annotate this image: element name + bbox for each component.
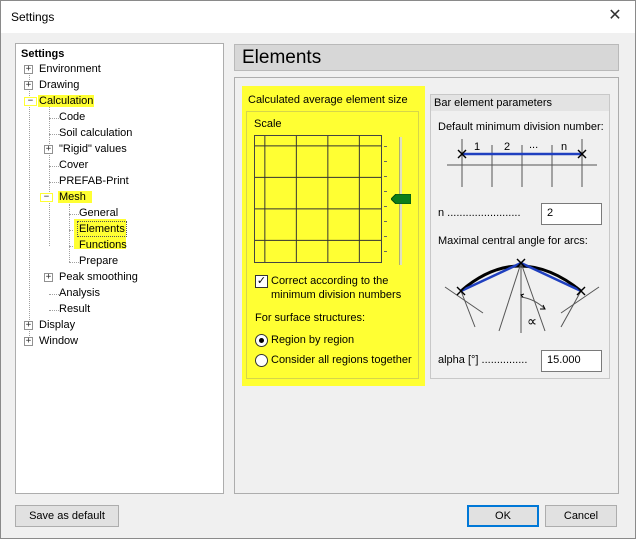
alpha-field[interactable]: 15.000 <box>541 350 602 372</box>
expand-icon[interactable]: + <box>24 65 33 74</box>
bar-element-params-group: Bar element parameters Default minimum d… <box>430 94 610 379</box>
division-label-1: 1 <box>474 141 481 153</box>
division-label-n: n <box>561 141 568 153</box>
correct-division-label: Correct according to the minimum divisio… <box>271 275 402 301</box>
cancel-button[interactable]: Cancel <box>545 505 617 527</box>
tree-item-environment[interactable]: Environment <box>38 61 102 77</box>
division-label-2: 2 <box>504 141 511 153</box>
settings-tree[interactable]: Settings + Environment + Drawing − Calcu… <box>15 43 224 494</box>
group-title: Bar element parameters <box>431 95 609 111</box>
expand-icon[interactable]: + <box>44 145 53 154</box>
tree-item-prefab-print[interactable]: PREFAB-Print <box>58 173 130 189</box>
window-title: Settings <box>11 10 55 24</box>
tree-item-rigid-values[interactable]: "Rigid" values <box>58 141 128 157</box>
settings-dialog: Settings ✕ Settings + Environment + Draw… <box>0 0 636 539</box>
region-by-region-label: Region by region <box>271 334 355 346</box>
tree-item-prepare[interactable]: Prepare <box>78 253 119 269</box>
scale-slider-thumb[interactable] <box>391 194 411 204</box>
division-label-dots: ... <box>529 139 539 151</box>
mesh-grid-preview <box>254 135 382 263</box>
avg-element-size-group: Calculated average element size Scale ✓ … <box>242 86 425 386</box>
tree-item-result[interactable]: Result <box>58 301 91 317</box>
expand-icon[interactable]: + <box>24 321 33 330</box>
expand-icon[interactable]: + <box>24 337 33 346</box>
tree-item-code[interactable]: Code <box>58 109 86 125</box>
alpha-label: alpha [°] ............... <box>438 354 528 366</box>
ok-button[interactable]: OK <box>467 505 539 527</box>
tree-item-analysis[interactable]: Analysis <box>58 285 101 301</box>
expand-icon[interactable]: + <box>44 273 53 282</box>
correct-division-checkbox[interactable]: ✓ <box>255 275 268 288</box>
n-field[interactable]: 2 <box>541 203 602 225</box>
tree-item-window[interactable]: Window <box>38 333 79 349</box>
all-regions-radio[interactable] <box>255 354 268 367</box>
all-regions-label: Consider all regions together <box>271 354 412 366</box>
save-as-default-button[interactable]: Save as default <box>15 505 119 527</box>
arc-angle-label: Maximal central angle for arcs: <box>438 235 588 247</box>
division-diagram <box>447 139 597 187</box>
tree-item-calculation[interactable]: Calculation <box>38 93 95 109</box>
tree-item-cover[interactable]: Cover <box>58 157 89 173</box>
scale-label: Scale <box>254 118 282 130</box>
tree-item-soil-calculation[interactable]: Soil calculation <box>58 125 133 141</box>
n-label: n ........................ <box>438 207 521 219</box>
surface-structures-label: For surface structures: <box>255 312 366 324</box>
tree-item-display[interactable]: Display <box>38 317 76 333</box>
page-title: Elements <box>242 47 322 68</box>
tree-item-drawing[interactable]: Drawing <box>38 77 80 93</box>
tree-root[interactable]: Settings <box>20 46 65 62</box>
tree-item-peak-smoothing[interactable]: Peak smoothing <box>58 269 139 285</box>
angle-symbol: ∝ <box>527 313 538 329</box>
close-icon[interactable]: ✕ <box>605 6 625 26</box>
arc-angle-diagram <box>444 258 600 333</box>
page-header: Elements <box>234 44 619 71</box>
tree-item-functions[interactable]: Functions <box>78 237 128 253</box>
region-by-region-radio[interactable] <box>255 334 268 347</box>
collapse-icon[interactable]: − <box>40 193 53 202</box>
title-bar: Settings ✕ <box>1 1 635 33</box>
group-title: Calculated average element size <box>248 94 408 106</box>
expand-icon[interactable]: + <box>24 81 33 90</box>
collapse-icon[interactable]: − <box>24 97 37 106</box>
tree-item-mesh[interactable]: Mesh <box>58 189 92 205</box>
division-number-label: Default minimum division number: <box>438 121 604 133</box>
